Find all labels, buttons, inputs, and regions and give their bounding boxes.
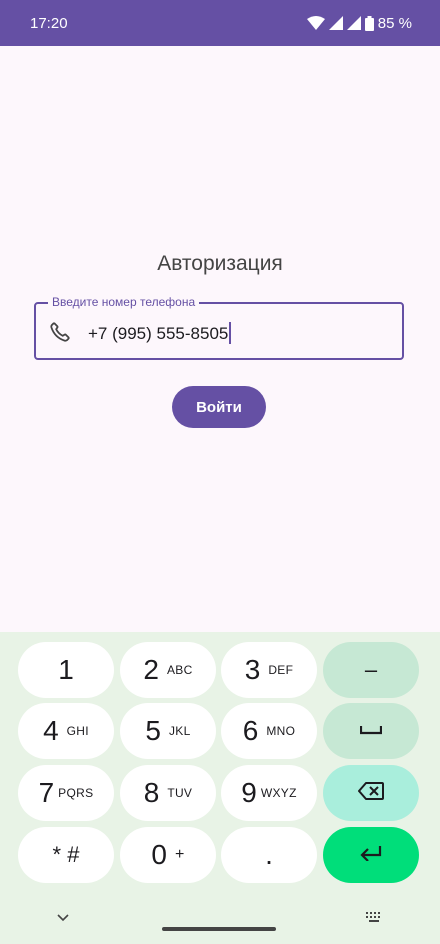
chevron-down-icon[interactable]: [56, 910, 70, 928]
key-2-digit: 2: [143, 654, 159, 685]
key-3-letters: DEF: [268, 663, 294, 677]
key-0-digit: 0: [151, 839, 167, 870]
phone-icon: [48, 320, 72, 344]
key-minus-symbol: –: [364, 657, 378, 682]
text-caret: [229, 322, 232, 344]
key-backspace[interactable]: [323, 765, 419, 821]
key-4-letters: GHI: [66, 724, 89, 738]
key-0[interactable]: 0 +: [120, 827, 216, 883]
key-8-letters: TUV: [167, 786, 193, 800]
status-icons: 85 %: [306, 14, 412, 32]
wifi-icon: [306, 16, 325, 30]
signal-icon: [328, 16, 343, 30]
key-0-plus: +: [174, 846, 185, 863]
page-title: Авторизация: [157, 252, 283, 275]
key-9[interactable]: 9 WXYZ: [221, 765, 317, 821]
battery-percent: 85 %: [377, 14, 412, 32]
key-6[interactable]: 6 MNO: [221, 703, 317, 759]
status-time: 17:20: [30, 14, 68, 32]
phone-field[interactable]: Введите номер телефона +7 (995) 555-8505: [34, 295, 404, 360]
key-4-digit: 4: [43, 715, 59, 746]
key-space[interactable]: [323, 703, 419, 759]
key-2[interactable]: 2 ABC: [120, 642, 216, 698]
key-5-digit: 5: [145, 715, 161, 746]
key-8-digit: 8: [143, 777, 160, 808]
battery-icon: [364, 15, 374, 31]
key-7-letters: PQRS: [58, 786, 94, 800]
backspace-icon: [358, 781, 384, 805]
signal-icon: [346, 16, 361, 30]
key-7-digit: 7: [38, 777, 55, 808]
key-9-letters: WXYZ: [260, 786, 297, 800]
space-icon: [359, 722, 383, 740]
numeric-keyboard: 1 2 ABC 3 DEF – 4 GHI 5 JKL 6 MNO 7 PQRS…: [0, 632, 440, 944]
key-7[interactable]: 7 PQRS: [18, 765, 114, 821]
key-9-digit: 9: [241, 777, 257, 808]
key-enter[interactable]: [323, 827, 419, 883]
key-8[interactable]: 8 TUV: [120, 765, 216, 821]
key-minus[interactable]: –: [323, 642, 419, 698]
key-star-hash[interactable]: * #: [18, 827, 114, 883]
key-5[interactable]: 5 JKL: [120, 703, 216, 759]
key-dot[interactable]: .: [221, 827, 317, 883]
auth-screen: Авторизация Введите номер телефона +7 (9…: [0, 46, 440, 632]
phone-field-label: Введите номер телефона: [48, 295, 200, 309]
status-bar: 17:20 85 %: [0, 0, 440, 46]
phone-input-value: +7 (995) 555-8505: [88, 324, 229, 343]
key-4[interactable]: 4 GHI: [18, 703, 114, 759]
phone-input[interactable]: +7 (995) 555-8505: [88, 322, 232, 344]
key-1-digit: 1: [58, 654, 74, 685]
key-6-digit: 6: [242, 715, 259, 746]
login-button[interactable]: Войти: [172, 386, 266, 428]
key-3-digit: 3: [244, 654, 261, 685]
key-star-hash-symbols: * #: [52, 842, 80, 867]
key-5-letters: JKL: [169, 724, 191, 738]
key-3[interactable]: 3 DEF: [221, 642, 317, 698]
key-2-letters: ABC: [167, 663, 193, 677]
key-6-letters: MNO: [266, 724, 296, 738]
navigation-bar: [0, 896, 440, 944]
key-1[interactable]: 1: [18, 642, 114, 698]
home-gesture-handle[interactable]: [162, 927, 276, 931]
enter-icon: [360, 845, 382, 866]
keyboard-switch-icon[interactable]: [364, 910, 384, 928]
key-dot-symbol: .: [265, 839, 273, 870]
